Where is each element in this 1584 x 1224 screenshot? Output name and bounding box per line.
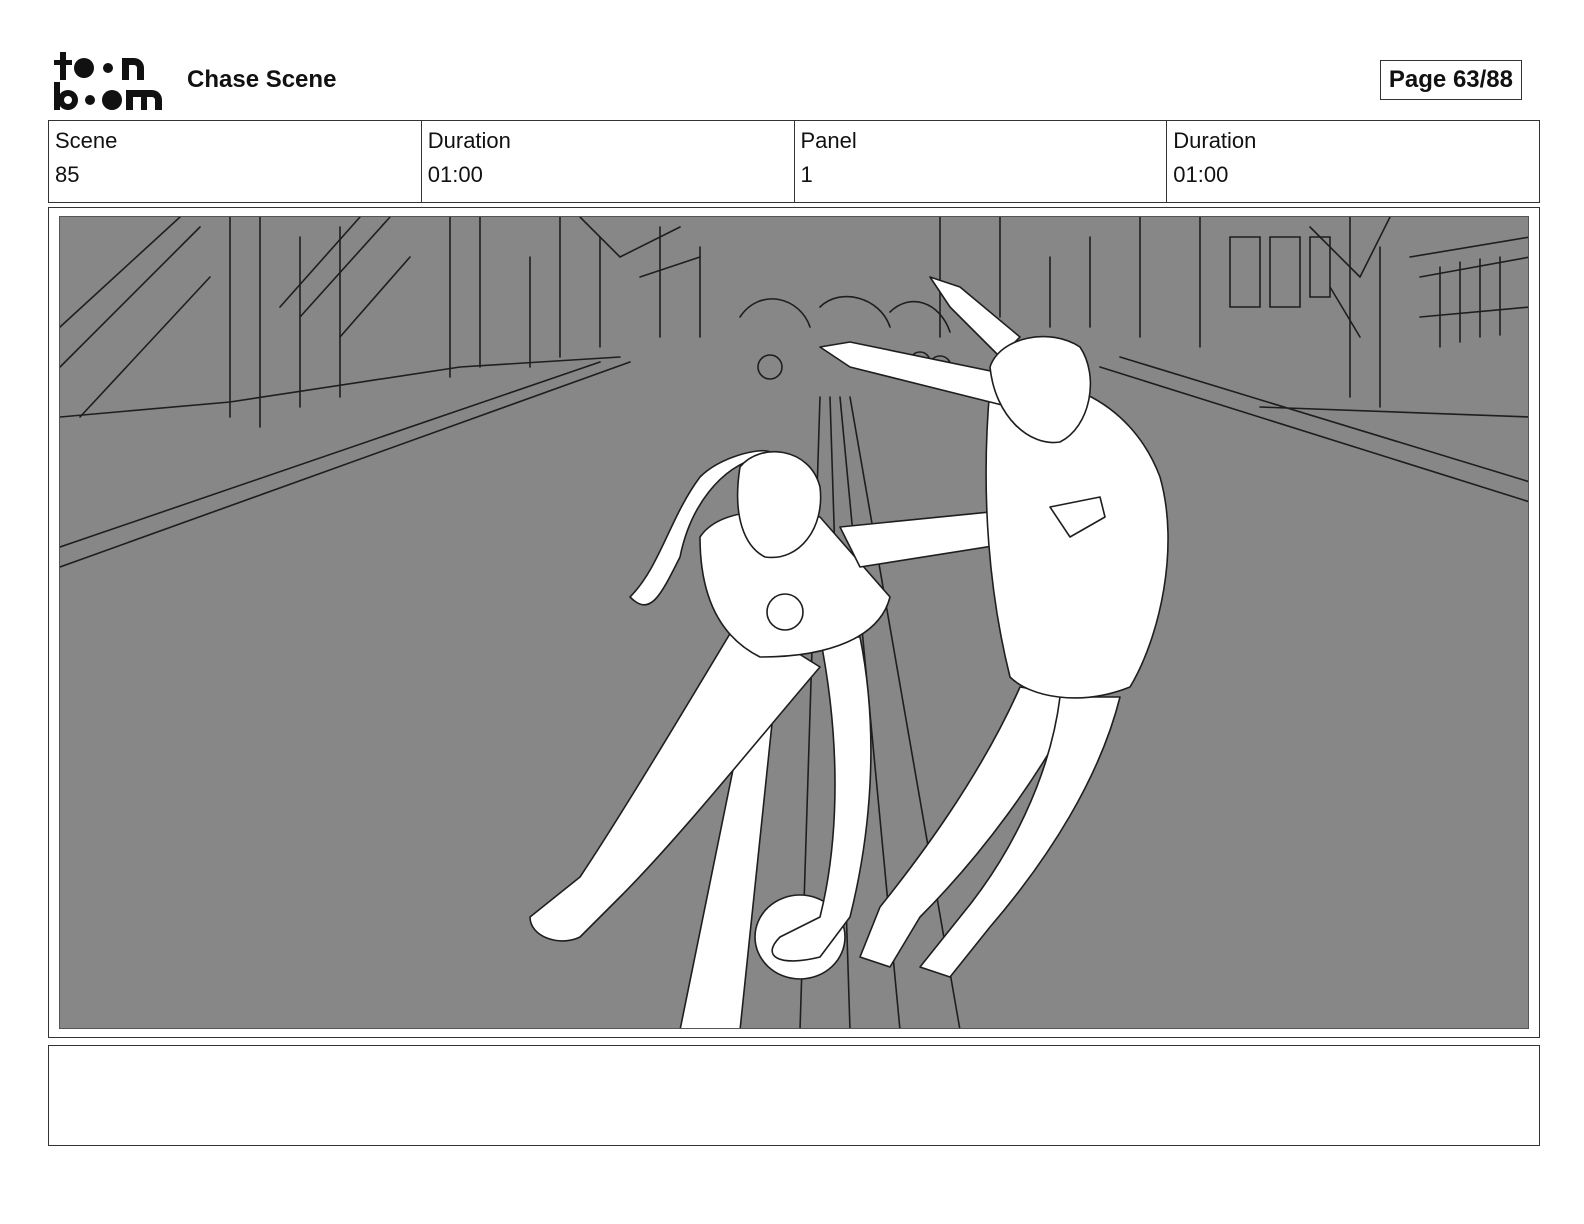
meta-label-scene-duration: Duration [427, 128, 511, 153]
storyboard-panel-frame [48, 207, 1540, 1038]
meta-label-panel-duration: Duration [1173, 128, 1257, 153]
girl-fist [766, 593, 804, 631]
toonboom-logo-mark [54, 52, 162, 110]
meta-label-scene: Scene [55, 128, 118, 153]
page-indicator: Page 63/88 [1379, 60, 1522, 100]
man-right-arm [929, 276, 1021, 358]
girl-left-leg [529, 616, 821, 942]
meta-label-panel: Panel [800, 128, 857, 153]
storyboard-sketch [60, 217, 1528, 1028]
meta-cell-panel-duration: Duration 01:00 [1167, 121, 1539, 202]
document-title: Chase Scene [187, 66, 337, 93]
panel-notes-box [48, 1045, 1540, 1146]
meta-value-scene: 85 [55, 162, 80, 187]
toonboom-logo [52, 50, 164, 112]
meta-value-panel-duration: 01:00 [1173, 162, 1229, 187]
meta-cell-panel: Panel 1 [795, 121, 1168, 202]
character-figures [529, 276, 1169, 1028]
meta-cell-scene-duration: Duration 01:00 [422, 121, 795, 202]
meta-value-panel: 1 [800, 162, 813, 187]
meta-value-scene-duration: 01:00 [427, 162, 483, 187]
meta-cell-scene: Scene 85 [49, 121, 422, 202]
metadata-bar: Scene 85 Duration 01:00 Panel 1 Duration… [48, 120, 1540, 203]
storyboard-panel-image [59, 216, 1529, 1029]
